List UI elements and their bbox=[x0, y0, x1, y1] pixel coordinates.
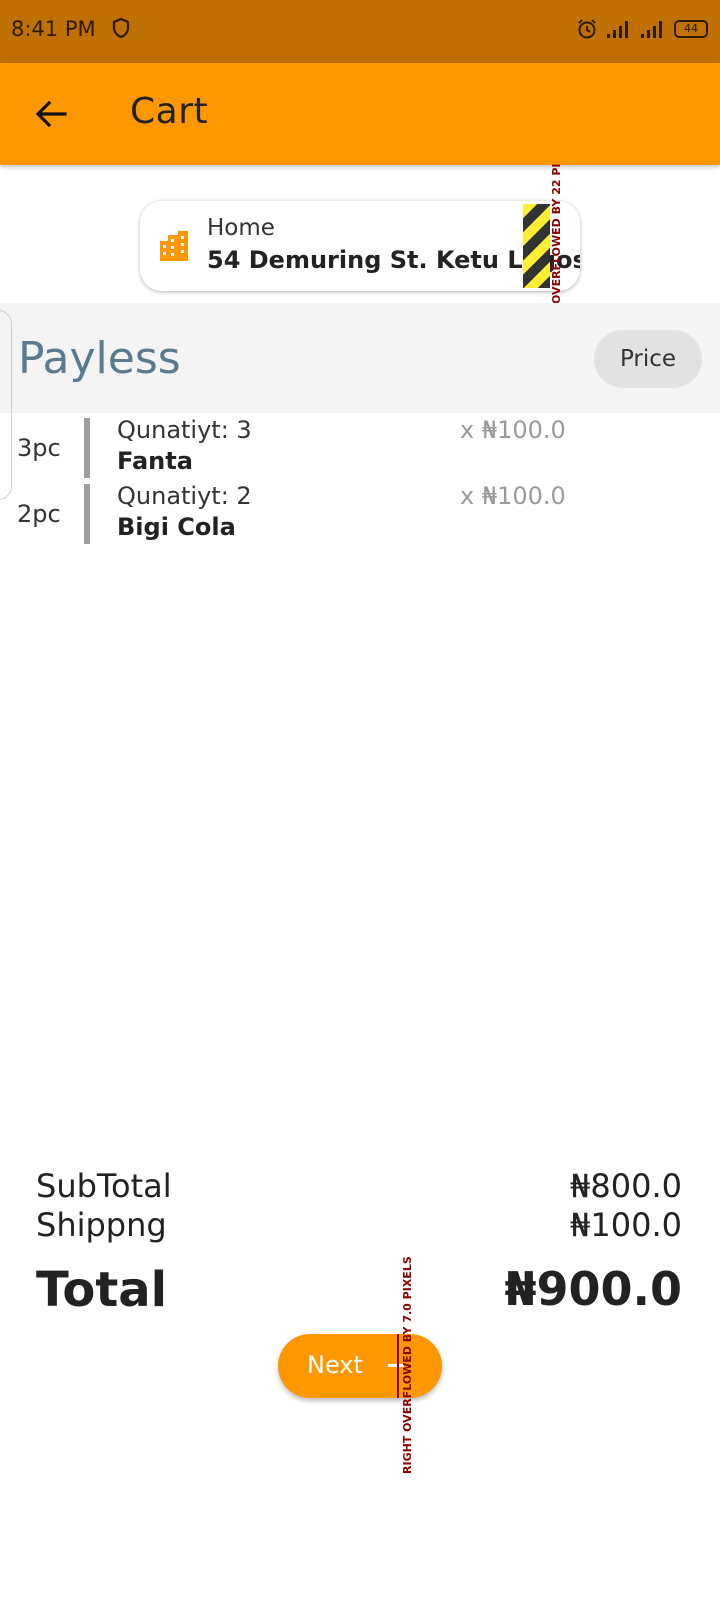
address-card[interactable]: Home 54 Demuring St. Ketu Lagos bbox=[140, 201, 580, 291]
overflow-indicator bbox=[523, 204, 550, 288]
list-item[interactable]: 3pc Qunatiyt: 3 Fanta x ₦100.0 bbox=[0, 416, 720, 478]
subtotal-label: SubTotal bbox=[36, 1167, 172, 1205]
subtotal-value: ₦800.0 bbox=[570, 1167, 682, 1205]
arrow-left-icon bbox=[35, 100, 67, 128]
total-value: ₦900.0 bbox=[504, 1262, 682, 1316]
status-bar: 8:41 PM 44 bbox=[0, 0, 720, 63]
item-pieces: 3pc bbox=[17, 434, 61, 462]
shipping-label: Shippng bbox=[36, 1206, 167, 1244]
address-label: Home bbox=[207, 215, 275, 241]
item-divider bbox=[84, 418, 90, 478]
item-name: Fanta bbox=[117, 447, 193, 475]
building-icon bbox=[160, 231, 188, 261]
alarm-icon bbox=[578, 19, 596, 39]
status-icons: 44 bbox=[576, 17, 708, 41]
item-name: Bigi Cola bbox=[117, 513, 236, 541]
next-button-label: Next bbox=[307, 1351, 363, 1379]
price-button[interactable]: Price bbox=[594, 330, 702, 388]
back-button[interactable] bbox=[22, 85, 80, 143]
item-price: x ₦100.0 bbox=[460, 482, 566, 510]
app-bar: Cart bbox=[0, 63, 720, 165]
signal-icon bbox=[641, 21, 662, 38]
item-divider bbox=[84, 484, 90, 544]
overflow-warning-text: OVERFLOWED BY 22 PIX bbox=[550, 164, 563, 304]
battery-icon: 44 bbox=[674, 20, 708, 38]
item-quantity: Qunatiyt: 2 bbox=[117, 482, 252, 510]
signal-icon bbox=[607, 21, 628, 38]
store-header: Payless Price bbox=[0, 303, 720, 413]
item-quantity: Qunatiyt: 3 bbox=[117, 416, 252, 444]
shield-icon bbox=[112, 17, 130, 39]
item-pieces: 2pc bbox=[17, 500, 61, 528]
overflow-warning: OVERFLOWED BY 22 PIX bbox=[548, 164, 568, 304]
page-title: Cart bbox=[130, 91, 209, 132]
item-price: x ₦100.0 bbox=[460, 416, 566, 444]
overflow-warning: RIGHT OVERFLOWED BY 7.0 PIXELS bbox=[399, 1256, 419, 1476]
status-time: 8:41 PM bbox=[11, 17, 96, 41]
store-name: Payless bbox=[18, 333, 181, 384]
list-item[interactable]: 2pc Qunatiyt: 2 Bigi Cola x ₦100.0 bbox=[0, 482, 720, 544]
shipping-value: ₦100.0 bbox=[570, 1206, 682, 1244]
total-label: Total bbox=[36, 1262, 168, 1318]
overflow-warning-text: RIGHT OVERFLOWED BY 7.0 PIXELS bbox=[401, 1256, 414, 1474]
